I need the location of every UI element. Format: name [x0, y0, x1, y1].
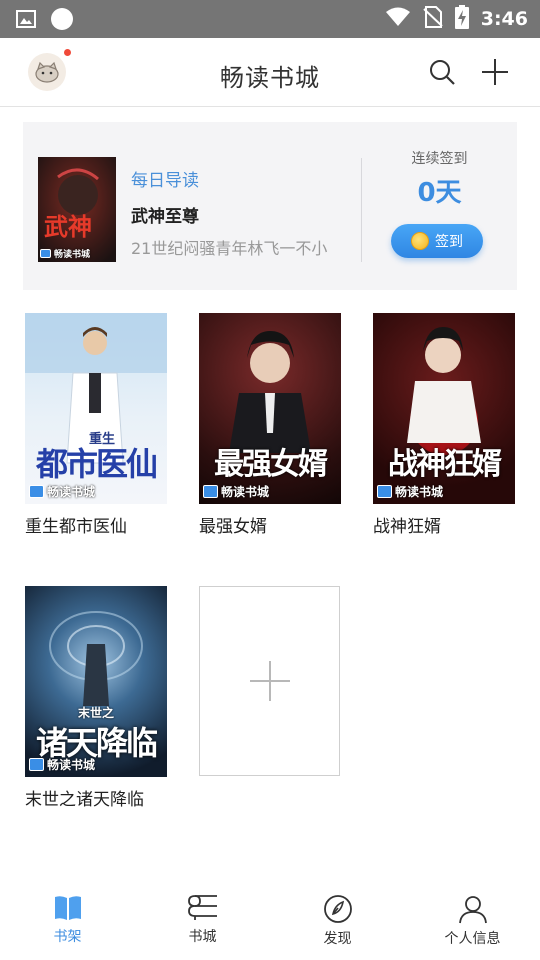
bookstore-icon: [187, 895, 217, 920]
daily-book-title[interactable]: 武神至尊: [131, 202, 199, 227]
checkin-button[interactable]: 签到: [391, 224, 483, 258]
daily-cover-title: 武神: [44, 212, 92, 241]
publisher-logo-icon: [377, 485, 392, 498]
nav-label: 书架: [53, 929, 82, 945]
app-header: 畅读书城: [0, 38, 540, 107]
add-book-plus-icon: [249, 661, 290, 701]
daily-reading-card[interactable]: 武神 畅读书城 每日导读 武神至尊 21世纪闷骚青年林飞一不小 连续签到 0天 …: [23, 122, 517, 290]
nav-label: 发现: [323, 931, 352, 947]
nav-item-bookshelf[interactable]: 书架: [0, 880, 135, 960]
cover-publisher: 畅读书城: [377, 483, 443, 500]
nav-label: 个人信息: [444, 931, 501, 947]
book-item[interactable]: 战神狂婿 畅读书城 战神狂婿: [373, 313, 515, 537]
checkin-label: 连续签到: [411, 151, 468, 167]
cover-publisher: 畅读书城: [29, 756, 95, 773]
coin-icon: [411, 232, 429, 250]
book-item[interactable]: 最强女婿 畅读书城 最强女婿: [199, 313, 341, 537]
book-cover[interactable]: 最强女婿 畅读书城: [199, 313, 341, 504]
no-sim-icon: [423, 6, 443, 32]
book-cover[interactable]: 末世之 诸天降临 畅读书城: [25, 586, 167, 777]
publisher-logo-icon: [203, 485, 218, 498]
book-cover[interactable]: 战神狂婿 畅读书城: [373, 313, 515, 504]
book-open-icon: [54, 896, 81, 920]
checkin-button-label: 签到: [435, 234, 463, 250]
battery-charging-icon: [454, 5, 469, 33]
book-title[interactable]: 最强女婿: [199, 512, 341, 537]
person-icon: [458, 896, 487, 924]
wifi-icon: [385, 7, 411, 31]
nav-item-profile[interactable]: 个人信息: [405, 880, 540, 960]
image-notification-icon: [16, 9, 36, 33]
nav-item-discover[interactable]: 发现: [270, 880, 405, 960]
cover-publisher: 畅读书城: [203, 483, 269, 500]
daily-book-description: 21世纪闷骚青年林飞一不小: [131, 239, 328, 258]
notification-dot: [64, 49, 71, 56]
nav-item-bookstore[interactable]: 书城: [135, 880, 270, 960]
page-title: 畅读书城: [220, 64, 320, 92]
cover-title: 战神狂婿: [388, 447, 502, 482]
book-item[interactable]: 重生 都市医仙 畅读书城 重生都市医仙: [25, 313, 167, 537]
search-icon: [430, 60, 455, 85]
cover-title: 都市医仙: [35, 445, 158, 483]
plus-icon: [482, 59, 508, 85]
nav-label: 书城: [188, 929, 217, 945]
status-time: 3:46: [480, 8, 528, 30]
book-cover[interactable]: 重生 都市医仙 畅读书城: [25, 313, 167, 504]
daily-kicker: 每日导读: [131, 171, 199, 191]
publisher-logo-icon: [40, 249, 51, 258]
search-button[interactable]: [426, 56, 458, 88]
add-book-tile[interactable]: [199, 586, 340, 776]
bottom-nav: 书架 书城 发现 个人信息: [0, 880, 540, 960]
book-item[interactable]: 末世之 诸天降临 畅读书城 末世之诸天降临: [25, 586, 167, 810]
compass-icon: [323, 895, 352, 923]
book-title[interactable]: 重生都市医仙: [25, 512, 167, 537]
daily-book-cover[interactable]: 武神 畅读书城: [38, 157, 116, 262]
cover-title: 最强女婿: [214, 447, 328, 482]
add-button[interactable]: [479, 56, 511, 88]
daily-cover-publisher: 畅读书城: [40, 247, 90, 260]
circle-notification-icon: [50, 7, 74, 35]
cover-publisher: 畅读书城: [29, 483, 95, 500]
status-bar: 3:46: [0, 0, 540, 38]
book-title[interactable]: 末世之诸天降临: [25, 785, 167, 810]
book-title[interactable]: 战神狂婿: [373, 512, 515, 537]
publisher-logo-icon: [29, 485, 44, 498]
publisher-logo-icon: [29, 758, 44, 771]
checkin-days: 0天: [417, 178, 462, 208]
